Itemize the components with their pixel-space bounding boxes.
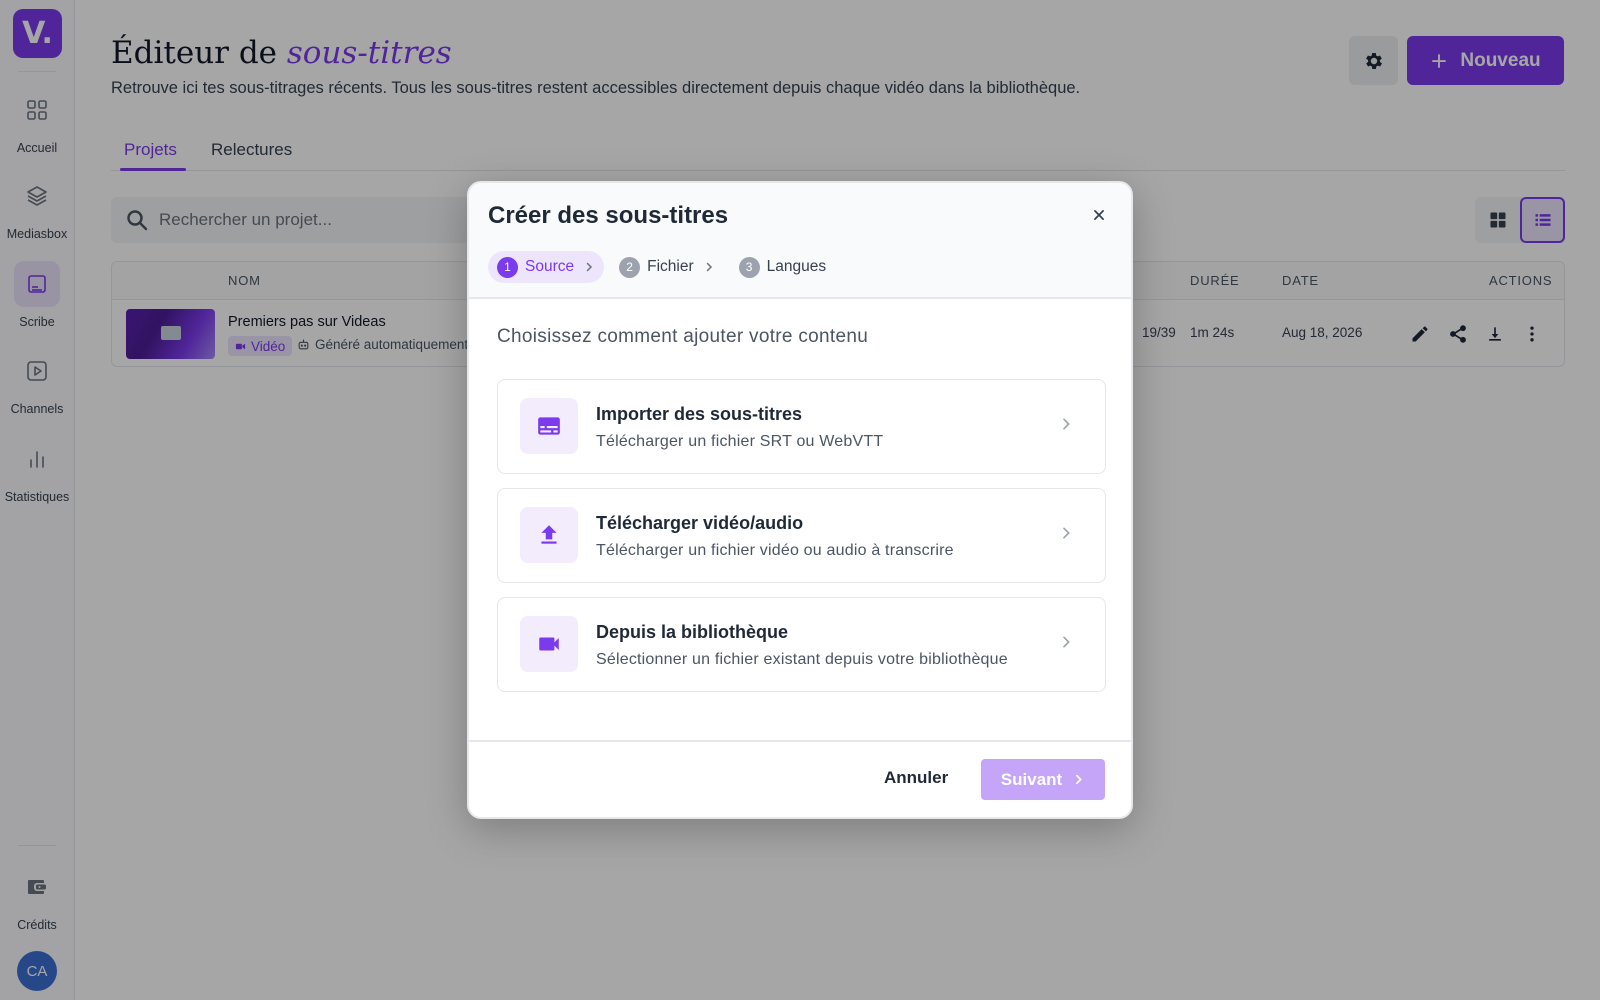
option-from-library[interactable]: Depuis la bibliothèque Sélectionner un f… [497, 597, 1106, 692]
option-description: Sélectionner un fichier existant depuis … [596, 651, 1008, 668]
step-langues[interactable]: 3 Langues [730, 251, 835, 283]
option-description: Télécharger un fichier vidéo ou audio à … [596, 542, 954, 559]
option-upload-media[interactable]: Télécharger vidéo/audio Télécharger un f… [497, 488, 1106, 583]
close-button[interactable] [1087, 203, 1111, 227]
dialog-footer: Annuler Suivant [469, 740, 1131, 817]
next-button-label: Suivant [1000, 769, 1063, 789]
option-title: Depuis la bibliothèque [596, 622, 789, 642]
chevron-right-icon [1058, 525, 1074, 546]
dialog-title: Créer des sous-titres [488, 202, 729, 229]
option-import-subtitles[interactable]: Importer des sous-titres Télécharger un … [497, 379, 1106, 474]
stepper: 1 Source 2 Fichier 3 Langues [488, 251, 841, 283]
upload-icon [520, 507, 578, 563]
next-button[interactable]: Suivant [981, 759, 1105, 800]
close-icon [1092, 208, 1106, 222]
create-subtitles-dialog: Créer des sous-titres 1 Source 2 Fichier [467, 181, 1133, 819]
cancel-button[interactable]: Annuler [884, 768, 948, 788]
chevron-right-icon [583, 261, 595, 273]
video-camera-icon [520, 616, 578, 672]
chevron-right-icon [703, 261, 715, 273]
chevron-right-icon [1072, 773, 1085, 786]
step-fichier[interactable]: 2 Fichier [610, 251, 724, 283]
chevron-right-icon [1058, 416, 1074, 437]
step-source[interactable]: 1 Source [488, 251, 605, 283]
option-description: Télécharger un fichier SRT ou WebVTT [596, 433, 884, 450]
dialog-prompt: Choisissez comment ajouter votre contenu [497, 326, 869, 347]
option-title: Importer des sous-titres [596, 404, 803, 424]
chevron-right-icon [1058, 634, 1074, 655]
subtitles-icon [520, 398, 578, 454]
dialog-header: Créer des sous-titres 1 Source 2 Fichier [469, 183, 1131, 299]
option-title: Télécharger vidéo/audio [596, 513, 804, 533]
